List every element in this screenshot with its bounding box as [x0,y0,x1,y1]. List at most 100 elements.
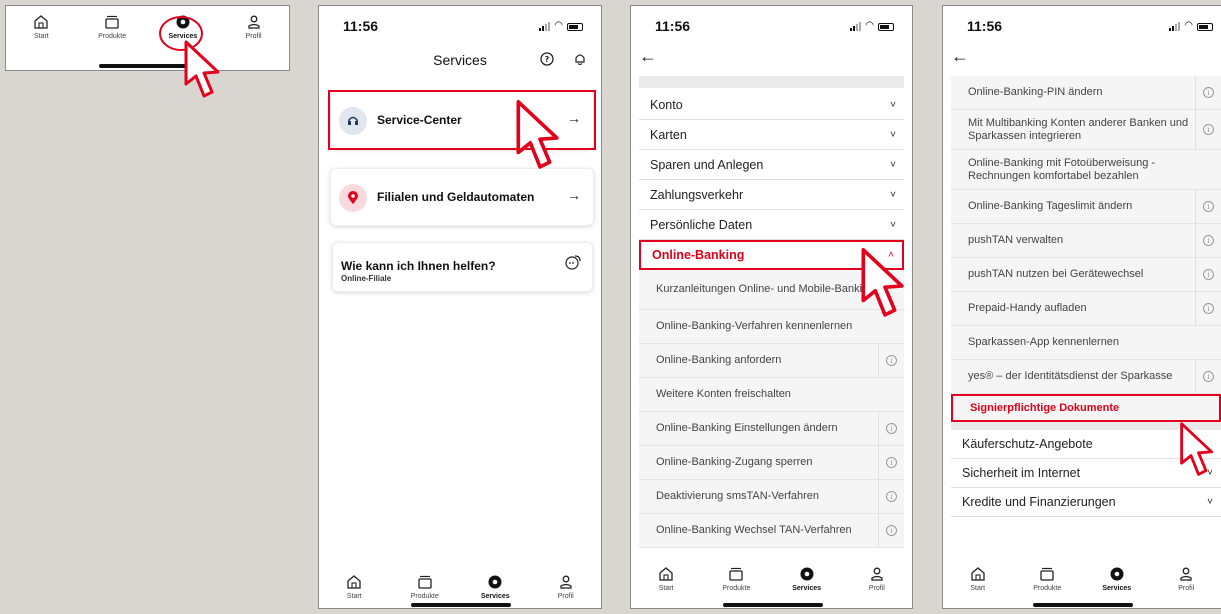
submenu-item[interactable]: yes® – der Identitätsdienst der Sparkass… [951,360,1221,394]
info-icon: i [1203,235,1214,246]
status-icons: ◠ [1169,20,1213,31]
svg-text:?: ? [545,55,550,64]
battery-icon [1197,23,1213,31]
home-indicator [411,603,511,607]
info-button[interactable]: i [878,344,904,377]
submenu-label: Sparkassen-App kennenlernen [968,336,1120,349]
submenu-item[interactable]: Online-Banking mit Fotoüberweisung - Rec… [951,150,1221,190]
tab-label: Services [792,585,822,592]
tab-profil[interactable]: Profil [847,566,907,608]
submenu-item[interactable]: Online-Banking anfordern i [639,344,904,378]
submenu-label: yes® – der Identitätsdienst der Sparkass… [968,370,1173,383]
tab-label: Start [658,585,674,592]
tab-label: Produkte [98,33,127,40]
submenu-label: pushTAN verwalten [968,234,1064,247]
info-button[interactable]: i [1195,76,1221,109]
info-button[interactable]: i [878,412,904,445]
tab-bar: Start Produkte Services Profil [631,558,912,608]
tab-bar: Start Produkte Services Profil [6,6,289,40]
tab-start[interactable]: Start [636,566,696,608]
submenu-item[interactable]: Prepaid-Handy aufladen i [951,292,1221,326]
tab-produkte[interactable]: Produkte [82,14,142,40]
info-button[interactable]: i [1195,110,1221,149]
info-button[interactable]: i [878,514,904,547]
tab-label: Start [33,33,49,40]
person-icon [871,567,883,581]
section-label: Sparen und Anlegen [650,157,764,172]
tab-label: Produkte [1033,585,1062,592]
filialen-label: Filialen und Geldautomaten [377,190,535,204]
section-karten[interactable]: Karten ˅ [639,120,904,150]
info-icon: i [1203,87,1214,98]
section-konto[interactable]: Konto ˅ [639,90,904,120]
info-button[interactable]: i [1195,292,1221,325]
tab-profil[interactable]: Profil [224,14,284,40]
help-card[interactable]: Wie kann ich Ihnen helfen? Online-Filial… [332,242,593,292]
tab-profil[interactable]: Profil [536,574,596,600]
info-icon: i [1203,201,1214,212]
section-label: Persönliche Daten [650,217,753,232]
info-button[interactable]: i [1195,190,1221,223]
info-icon: i [886,423,897,434]
submenu-item[interactable]: Online-Banking Einstellungen ändern i [639,412,904,446]
help-icon[interactable]: ? [540,52,554,66]
battery-icon [567,23,583,31]
status-bar: 11:56 ◠ [943,6,1221,40]
services-screen: 11:56 ◠ Services ? Service-Center → Fili… [318,5,602,609]
person-icon [560,575,572,589]
section-label: Online-Banking [652,248,745,262]
submenu-item[interactable]: Online-Banking-PIN ändern i [951,76,1221,110]
submenu-item[interactable]: pushTAN nutzen bei Gerätewechsel i [951,258,1221,292]
info-icon: i [1203,303,1214,314]
section-sparen[interactable]: Sparen und Anlegen ˅ [639,150,904,180]
home-icon [659,567,673,581]
submenu-item[interactable]: Online-Banking Wechsel TAN-Verfahren i [639,514,904,548]
info-button[interactable]: i [1195,360,1221,393]
submenu-item[interactable]: pushTAN verwalten i [951,224,1221,258]
submenu-item[interactable]: Deaktivierung smsTAN-Verfahren i [639,480,904,514]
back-arrow-icon[interactable]: ← [951,46,969,67]
chevron-down-icon: ˅ [890,129,896,140]
info-icon: i [1203,371,1214,382]
submenu-item[interactable]: Sparkassen-App kennenlernen [951,326,1221,360]
tab-profil[interactable]: Profil [1156,566,1216,608]
info-icon: i [886,355,897,366]
tab-label: Start [970,585,986,592]
back-arrow-icon[interactable]: ← [639,46,657,67]
section-zahlungsverkehr[interactable]: Zahlungsverkehr ˅ [639,180,904,210]
wallet-icon [105,15,119,29]
tab-start[interactable]: Start [948,566,1008,608]
submenu-item[interactable]: Online-Banking Tageslimit ändern i [951,190,1221,224]
submenu-item[interactable]: Weitere Konten freischalten [639,378,904,412]
tab-start[interactable]: Start [11,14,71,40]
status-time: 11:56 [967,18,1003,34]
person-icon [1180,567,1192,581]
tab-services[interactable]: Services [465,574,525,600]
chevron-down-icon: ˅ [890,189,896,200]
info-button[interactable]: i [1195,224,1221,257]
tab-label: Profil [245,33,262,40]
submenu-item[interactable]: Online-Banking-Zugang sperren i [639,446,904,480]
submenu-label: Online-Banking-Verfahren kennenlernen [656,320,853,333]
submenu-label: Online-Banking-Zugang sperren [656,456,813,469]
section-persoenliche-daten[interactable]: Persönliche Daten ˅ [639,210,904,240]
submenu-label: Deaktivierung smsTAN-Verfahren [656,490,820,503]
info-button[interactable]: i [1195,258,1221,291]
tab-produkte[interactable]: Produkte [395,574,455,600]
info-icon: i [886,525,897,536]
submenu-item-signierpflichtige-dokumente[interactable]: Signierpflichtige Dokumente [951,394,1221,422]
tab-label: Produkte [722,585,751,592]
pointer-cursor-icon [516,100,559,169]
info-button[interactable]: i [878,446,904,479]
status-time: 11:56 [655,18,691,34]
submenu-label: Online-Banking mit Fotoüberweisung - Rec… [968,157,1156,182]
bell-icon[interactable] [573,52,587,66]
submenu-label: Online-Banking-PIN ändern [968,86,1103,99]
tab-label: Profil [557,593,574,600]
info-button[interactable]: i [878,480,904,513]
tab-start[interactable]: Start [324,574,384,600]
tabbar-crop-panel: Start Produkte Services Profil [5,5,290,71]
submenu-item[interactable]: Mit Multibanking Konten anderer Banken u… [951,110,1221,150]
menu-screen-2: 11:56 ◠ ← Online-Banking-PIN ändern i Mit… [942,5,1221,609]
chevron-down-icon: ˅ [890,99,896,110]
